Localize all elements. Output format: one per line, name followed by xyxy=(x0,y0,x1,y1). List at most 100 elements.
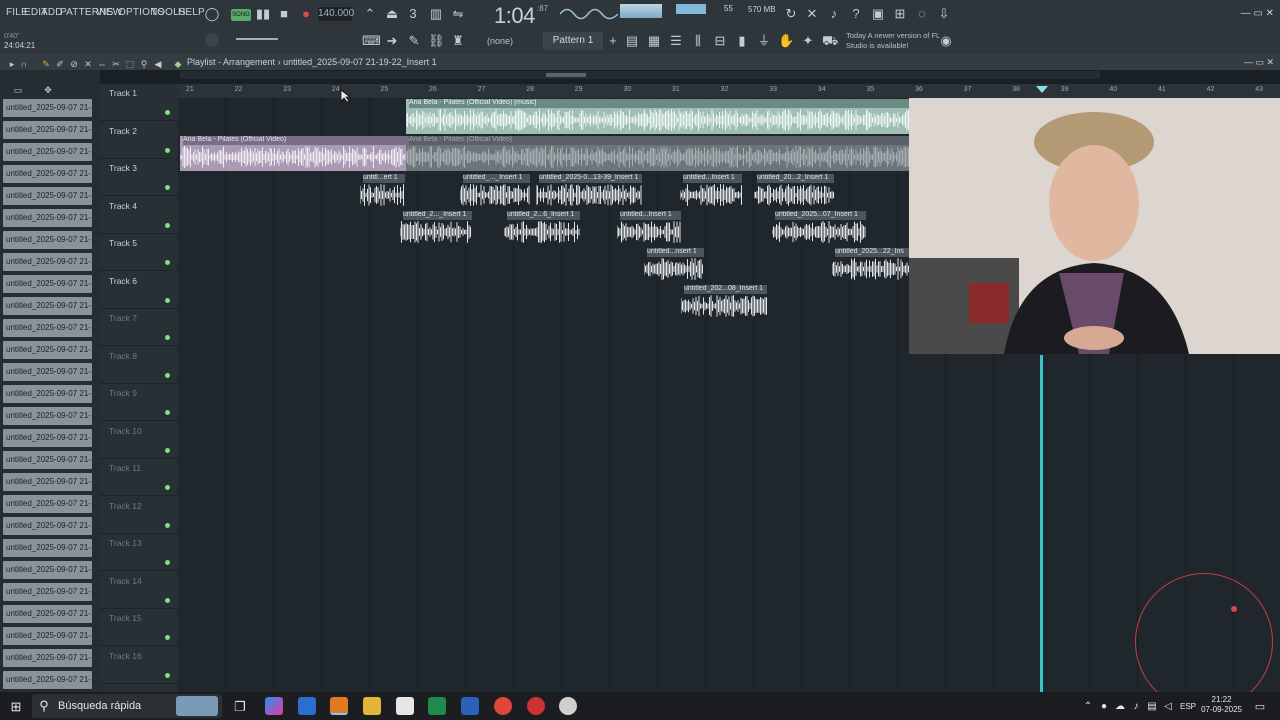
news-icon[interactable]: ◉ xyxy=(938,33,954,49)
save-icon[interactable]: ▣ xyxy=(870,6,886,22)
picker-item[interactable]: untitled_2025-09-07 21-... xyxy=(3,209,92,227)
picker-item[interactable]: untitled_2025-09-07 21-... xyxy=(3,583,92,601)
track-header[interactable]: Track 12 xyxy=(100,497,178,534)
picker-item[interactable]: untitled_2025-09-07 21-... xyxy=(3,297,92,315)
window-controls[interactable]: — ▭ ✕ xyxy=(1241,8,1274,19)
track-mute-led[interactable] xyxy=(165,485,170,490)
tray-mic-icon[interactable]: ♪ xyxy=(1128,699,1144,715)
play-pattern-icon[interactable]: ◆ xyxy=(170,56,186,72)
track-header[interactable]: Track 4 xyxy=(100,197,178,234)
track-mute-led[interactable] xyxy=(165,110,170,115)
track-mute-led[interactable] xyxy=(165,560,170,565)
excel-icon[interactable] xyxy=(428,697,446,715)
wand-icon[interactable]: ✦ xyxy=(800,33,816,49)
track-header[interactable]: Track 14 xyxy=(100,572,178,609)
picker-item[interactable]: untitled_2025-09-07 21-... xyxy=(3,451,92,469)
audio-clip[interactable]: untitled_202...08_Insert 1 xyxy=(681,285,767,320)
pause-icon[interactable]: ▮▮ xyxy=(255,6,271,22)
track-mute-led[interactable] xyxy=(165,522,170,528)
master-pitch-knob[interactable] xyxy=(205,33,219,47)
word-icon[interactable] xyxy=(461,697,479,715)
picker-item[interactable]: untitled_2025-09-07 21-... xyxy=(3,495,92,513)
picker-item[interactable]: untitled_2025-09-07 21-... xyxy=(3,627,92,645)
tray-volume-icon[interactable]: ◁ xyxy=(1160,699,1176,715)
picker-item[interactable]: untitled_2025-09-07 21-... xyxy=(3,319,92,337)
picker-item[interactable]: untitled_2025-09-07 21-... xyxy=(3,275,92,293)
picker-item[interactable]: untitled_2025-09-07 21-... xyxy=(3,605,92,623)
audio-clip[interactable]: untitled_2..._Insert 1 xyxy=(400,211,472,246)
picker-item[interactable]: untitled_2025-09-07 21-... xyxy=(3,253,92,271)
picker-item[interactable]: untitled_2025-09-07 21-... xyxy=(3,649,92,667)
track-header[interactable]: Track 13 xyxy=(100,534,178,571)
taskbar-clock[interactable]: 21:22 07-09-2025 xyxy=(1201,695,1242,715)
task-view-icon[interactable]: ❐ xyxy=(232,699,248,715)
audio-app-icon[interactable] xyxy=(559,697,577,715)
tray-network-icon[interactable]: ▤ xyxy=(1144,699,1160,715)
picker-item[interactable]: untitled_2025-09-07 21-... xyxy=(3,561,92,579)
panic-icon[interactable]: ✕ xyxy=(804,6,820,22)
track-header[interactable]: Track 16 xyxy=(100,647,178,684)
playback-tool-icon[interactable]: ◀ xyxy=(150,56,166,72)
language-indicator[interactable]: ESP xyxy=(1180,702,1196,711)
picker-item[interactable]: untitled_2025-09-07 21-... xyxy=(3,121,92,139)
track-mute-led[interactable] xyxy=(165,185,170,190)
track-header[interactable]: Track 3 xyxy=(100,159,178,196)
audio-clip[interactable]: untitled_2...6_Insert 1 xyxy=(504,211,580,246)
picker-item[interactable]: untitled_2025-09-07 21-... xyxy=(3,473,92,491)
track-header[interactable]: Track 15 xyxy=(100,609,178,646)
picker-item[interactable]: untitled_2025-09-07 21-... xyxy=(3,517,92,535)
plugin-icon[interactable]: ⊞ xyxy=(892,6,908,22)
tray-app-icon[interactable]: ● xyxy=(1096,699,1112,715)
picker-item[interactable]: untitled_2025-09-07 21-... xyxy=(3,99,92,117)
copilot-icon[interactable] xyxy=(265,697,283,715)
plug-icon[interactable]: ⏚ xyxy=(756,33,772,49)
add-pattern-icon[interactable]: + xyxy=(605,33,621,49)
piano-roll-icon[interactable]: ▦ xyxy=(646,33,662,49)
clip-track1-music[interactable]: Aria Bela - Pilates (Official Video) [mu… xyxy=(406,99,909,134)
touch-icon[interactable]: ✋ xyxy=(778,33,794,49)
track-header[interactable]: Track 1 xyxy=(100,84,178,121)
help-icon[interactable]: ? xyxy=(848,6,864,22)
track-header[interactable]: Track 6 xyxy=(100,272,178,309)
clip-track2-video[interactable]: Aria Bela - Pilates (Official Video) xyxy=(180,136,406,171)
playhead-marker[interactable] xyxy=(1036,86,1048,93)
audio-clip[interactable]: untitled...nsert 1 xyxy=(644,248,704,283)
tray-cloud-icon[interactable]: ☁ xyxy=(1112,699,1128,715)
mixer-icon[interactable]: ⫼ xyxy=(690,33,706,49)
audio-clip[interactable]: untitled...Insert 1 xyxy=(680,174,742,209)
audio-clip[interactable]: untitled_..._Insert 1 xyxy=(460,174,530,209)
track-header[interactable]: Track 8 xyxy=(100,347,178,384)
obs-icon[interactable] xyxy=(527,697,545,715)
track-mute-led[interactable] xyxy=(165,635,170,640)
audio-clip[interactable]: untitled...Insert 1 xyxy=(617,211,681,246)
picker-item[interactable]: untitled_2025-09-07 21-... xyxy=(3,143,92,161)
vscode-icon[interactable] xyxy=(298,697,316,715)
step-edit-icon[interactable]: ▥ xyxy=(428,6,444,22)
picker-move-icon[interactable]: ✥ xyxy=(40,82,56,98)
track-mute-led[interactable] xyxy=(165,410,170,415)
picker-item[interactable]: untitled_2025-09-07 21-... xyxy=(3,671,92,689)
arrow-right-icon[interactable]: ➜ xyxy=(384,33,400,49)
track-header[interactable]: Track 7 xyxy=(100,309,178,346)
plugin-database-icon[interactable]: ▮ xyxy=(734,33,750,49)
picker-item[interactable]: untitled_2025-09-07 21-... xyxy=(3,165,92,183)
track-mute-led[interactable] xyxy=(165,260,170,265)
picker-item[interactable]: untitled_2025-09-07 21-... xyxy=(3,429,92,447)
pattern-selector[interactable]: Pattern 1 xyxy=(543,32,603,50)
chat-icon[interactable]: ◌ xyxy=(914,6,930,22)
picker-clips-icon[interactable]: ▭ xyxy=(10,82,26,98)
audio-clip[interactable]: untitled_2025...22_Ins xyxy=(832,248,909,283)
track-header[interactable]: Track 5 xyxy=(100,234,178,271)
pencil-icon[interactable]: ✎ xyxy=(406,33,422,49)
track-mute-led[interactable] xyxy=(165,297,170,303)
audio-clip[interactable]: untitled_2025-0...13-39_Insert 1 xyxy=(536,174,642,209)
track-header[interactable]: Track 10 xyxy=(100,422,178,459)
file-explorer-icon[interactable] xyxy=(363,697,381,715)
master-volume-slider[interactable] xyxy=(236,38,278,40)
notifications-icon[interactable]: ▭ xyxy=(1252,699,1268,715)
keyboard-icon[interactable]: ⌨ xyxy=(362,33,381,49)
picker-item[interactable]: untitled_2025-09-07 21-... xyxy=(3,539,92,557)
countdown-icon[interactable]: 3 xyxy=(405,6,421,22)
metronome-icon[interactable]: ⌃ xyxy=(362,6,378,22)
chrome-icon[interactable] xyxy=(494,697,512,715)
